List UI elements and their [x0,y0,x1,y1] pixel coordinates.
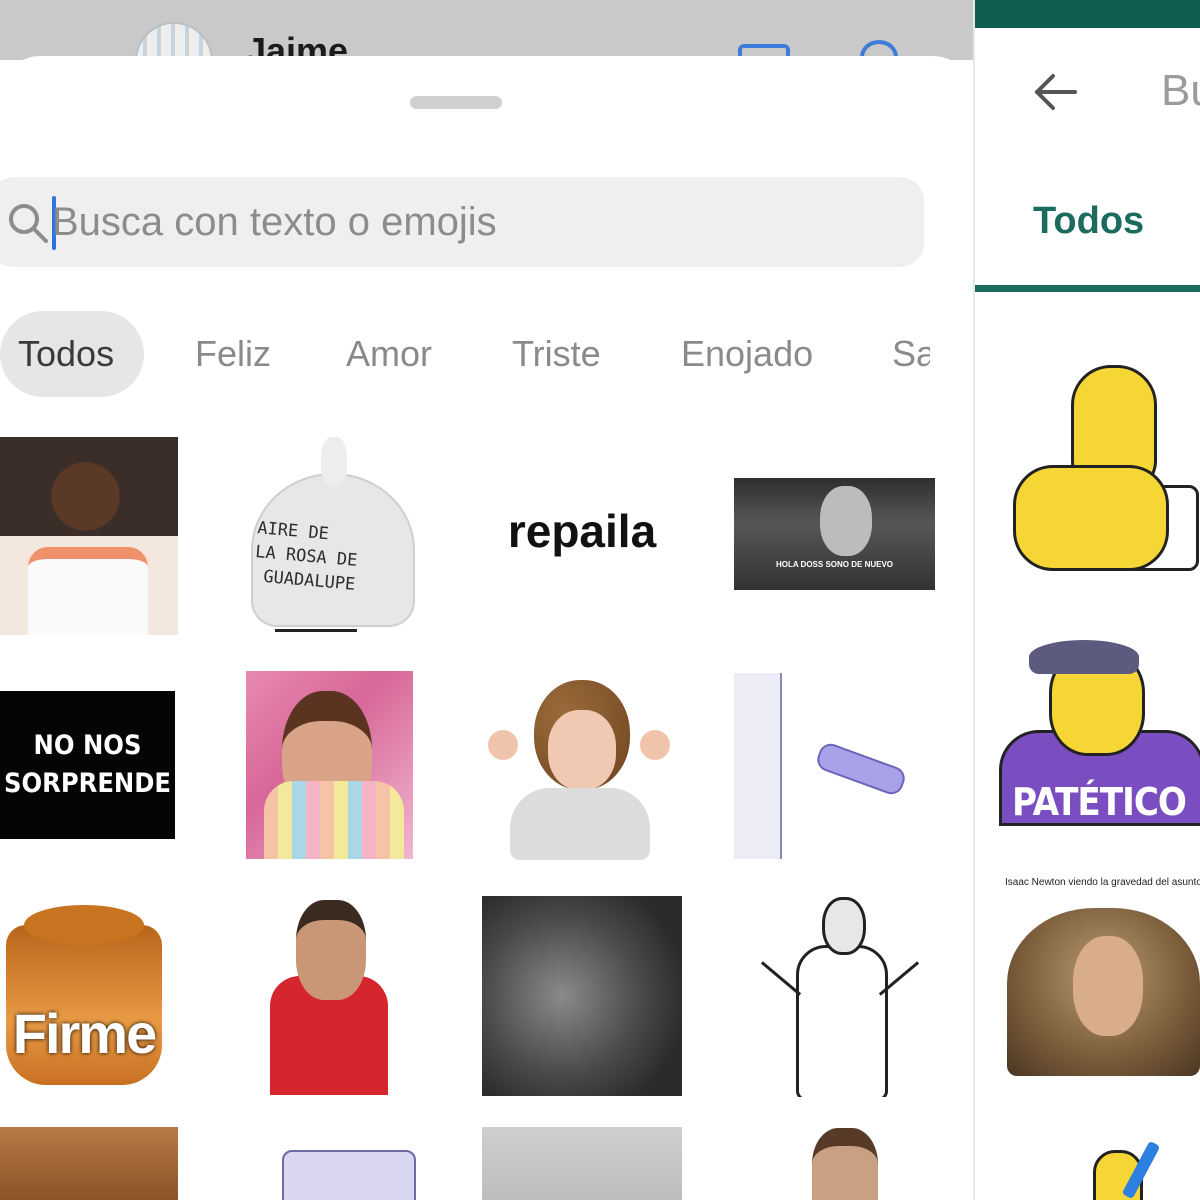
sticker-face [820,486,872,556]
tab-todos[interactable]: Todos [0,311,145,397]
sticker-bag-knot [321,437,347,487]
sticker-head [296,900,366,1000]
sticker-boy-photo[interactable] [0,437,178,635]
sticker-memoji-shrug[interactable] [488,680,672,860]
sticker-repaila-text: repaila [507,505,657,557]
sticker-flan-firme[interactable]: Firme [0,905,168,1085]
sticker-bag-text: AIRE DE LA ROSA DE GUADALUPE [252,518,359,595]
sticker-air-bag[interactable]: AIRE DE LA ROSA DE GUADALUPE [245,437,415,637]
sticker-search-bar[interactable] [0,177,924,267]
sticker-falling-cartoon[interactable] [734,673,935,859]
sticker-firme-text: Firme [12,1002,158,1065]
category-tabs: Todos Feliz Amor Triste Enojado Sa [0,311,930,399]
back-arrow-icon[interactable] [1033,72,1077,112]
contact-avatar[interactable] [135,22,213,60]
tab-sa[interactable]: Sa [892,311,930,397]
sticker-hola-caption: HOLA DOSS SONO DE NUEVO [775,560,894,569]
sticker-blurry-photo[interactable] [482,896,682,1096]
status-bar [975,0,1200,28]
sticker-patetico[interactable]: PATÉTICO [999,640,1200,826]
sticker-body [510,788,650,860]
tab-feliz[interactable]: Feliz [195,311,271,397]
sheet-grabber[interactable] [410,96,502,109]
sticker-wall [734,673,782,859]
sticker-hands [1013,465,1169,571]
tab-enojado[interactable]: Enojado [681,311,813,397]
sticker-no-nos-sorprende[interactable]: NO NOS SORPRENDE [0,691,175,839]
sticker-newton[interactable] [1007,908,1200,1076]
sticker-dog-photo[interactable] [0,1127,178,1200]
chat-header: Jaime [0,0,975,60]
sticker-patetico-text: PATÉTICO [1012,780,1187,824]
sticker-falling-figure [813,740,909,798]
sticker-face [1073,936,1143,1036]
sticker-body [796,945,888,1097]
sticker-notebook-drawing[interactable] [282,1150,416,1200]
sticker-repaila[interactable]: repaila [482,495,682,567]
whatsapp-sticker-search-panel: Bu Todos PATÉTICO Isaac Newton viendo la… [975,0,1200,1200]
sticker-kid-red-shirt[interactable] [270,900,388,1095]
sticker-search-input[interactable] [52,189,892,255]
sticker-newton-caption: Isaac Newton viendo la gravedad del asun… [1005,877,1200,888]
sticker-head [822,897,866,955]
sticker-homer-check[interactable] [1093,1140,1183,1200]
tab-todos-right[interactable]: Todos [1033,200,1144,243]
sticker-dress [264,781,404,859]
tab-triste[interactable]: Triste [512,311,601,397]
search-field-text[interactable]: Bu [1161,66,1200,116]
sticker-person-photo[interactable] [812,1128,878,1200]
sticker-hair [1029,640,1139,674]
search-icon [9,204,48,243]
sticker-underline [275,629,357,632]
sticker-hola-meme[interactable]: HOLA DOSS SONO DE NUEVO [734,478,935,590]
active-tab-indicator [975,285,1200,292]
sticker-no-nos-text: NO NOS SORPRENDE [3,730,172,799]
sticker-stick-figure[interactable] [752,897,922,1097]
sticker-hand-right [640,730,670,760]
sticker-girl-photo[interactable] [246,671,413,859]
sticker-flan-top [24,905,144,945]
sticker-gray-photo[interactable] [482,1127,682,1200]
tab-amor[interactable]: Amor [346,311,432,397]
sticker-hand-left [488,730,518,760]
sticker-face [548,710,616,790]
sticker-picker-panel: Jaime Todos Feliz Amor Triste Enojado Sa… [0,0,975,1200]
sticker-homer[interactable] [1013,365,1199,571]
sticker-shirt [28,547,148,635]
